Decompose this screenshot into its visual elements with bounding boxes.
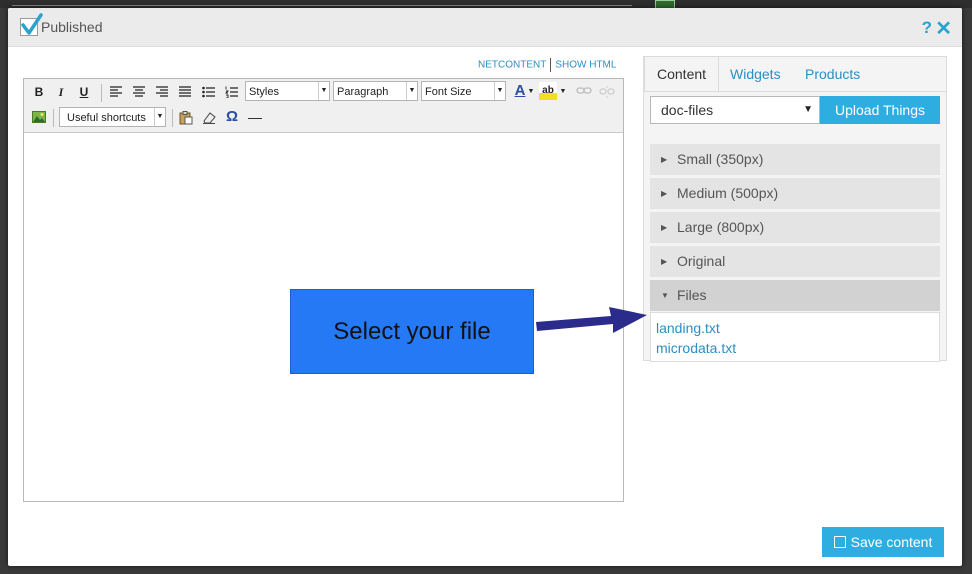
published-checkbox[interactable] bbox=[20, 13, 43, 36]
help-icon[interactable]: ? bbox=[922, 18, 932, 38]
chevron-right-icon: ▶ bbox=[661, 257, 668, 266]
background-strip bbox=[0, 0, 972, 10]
font-size-dropdown[interactable]: Font Size ▼ bbox=[421, 81, 506, 101]
section-original-label: Original bbox=[677, 253, 726, 269]
dialog-header: Published ? ✕ bbox=[8, 8, 962, 47]
section-large-label: Large (800px) bbox=[677, 219, 765, 235]
section-medium[interactable]: ▶ Medium (500px) bbox=[650, 178, 940, 209]
toolbar-separator bbox=[101, 84, 102, 102]
unlink-icon[interactable] bbox=[598, 83, 616, 101]
file-link-microdata[interactable]: microdata.txt bbox=[656, 338, 939, 358]
link-icon[interactable] bbox=[575, 83, 593, 101]
asset-panel: Content Widgets Products doc-files ▼ Uplo… bbox=[643, 56, 947, 362]
paste-icon[interactable] bbox=[177, 108, 195, 126]
upload-things-button[interactable]: Upload Things bbox=[820, 96, 940, 124]
eraser-icon[interactable] bbox=[200, 108, 218, 126]
folder-select[interactable]: doc-files ▼ bbox=[650, 96, 820, 124]
folder-select-value: doc-files bbox=[661, 102, 714, 118]
tab-widgets[interactable]: Widgets bbox=[718, 57, 793, 91]
chevron-right-icon: ▶ bbox=[661, 155, 668, 164]
paragraph-dropdown[interactable]: Paragraph ▼ bbox=[333, 81, 418, 101]
floppy-disk-icon bbox=[833, 536, 846, 548]
align-center-icon[interactable] bbox=[130, 83, 148, 101]
files-list: landing.txt microdata.txt bbox=[650, 312, 940, 362]
special-character-icon[interactable]: Ω bbox=[223, 108, 241, 126]
tab-content[interactable]: Content bbox=[644, 56, 720, 92]
align-justify-icon[interactable] bbox=[176, 83, 194, 101]
file-link-landing[interactable]: landing.txt bbox=[656, 318, 939, 338]
editor-toolbar: B I U Styles ▼ Paragraph ▼ Font Size ▼ A ▼ … bbox=[24, 79, 623, 133]
netcontent-link[interactable]: NETCONTENT bbox=[478, 60, 546, 71]
chevron-right-icon: ▶ bbox=[661, 223, 668, 232]
image-icon[interactable] bbox=[30, 108, 48, 126]
font-size-dropdown-label: Font Size bbox=[425, 86, 472, 98]
background-line bbox=[12, 5, 632, 6]
section-small-label: Small (350px) bbox=[677, 151, 764, 167]
tab-products[interactable]: Products bbox=[793, 57, 872, 91]
section-medium-label: Medium (500px) bbox=[677, 185, 779, 201]
checkmark-icon bbox=[21, 13, 43, 35]
select-file-callout: Select your file bbox=[290, 289, 534, 374]
toolbar-separator bbox=[53, 109, 54, 127]
section-files[interactable]: ▼ Files bbox=[650, 280, 940, 311]
view-links-divider bbox=[550, 58, 552, 72]
section-files-label: Files bbox=[677, 287, 707, 303]
useful-shortcuts-dropdown[interactable]: Useful shortcuts ▼ bbox=[59, 107, 166, 127]
save-content-label: Save content bbox=[850, 534, 933, 550]
toolbar-separator bbox=[172, 109, 173, 127]
view-links: NETCONTENT SHOW HTML bbox=[478, 58, 616, 72]
section-large[interactable]: ▶ Large (800px) bbox=[650, 212, 940, 243]
paragraph-dropdown-label: Paragraph bbox=[337, 86, 389, 98]
underline-button[interactable]: U bbox=[75, 83, 93, 101]
chevron-down-icon: ▼ bbox=[803, 104, 813, 115]
styles-dropdown[interactable]: Styles ▼ bbox=[245, 81, 330, 101]
styles-dropdown-label: Styles bbox=[249, 86, 279, 98]
chevron-down-icon: ▼ bbox=[661, 291, 669, 300]
show-html-link[interactable]: SHOW HTML bbox=[555, 60, 616, 71]
numbered-list-icon[interactable] bbox=[222, 83, 240, 101]
align-right-icon[interactable] bbox=[153, 83, 171, 101]
edit-content-dialog: Published ? ✕ NETCONTENT SHOW HTML B I U … bbox=[8, 8, 962, 566]
chevron-down-icon[interactable]: ▼ bbox=[559, 83, 567, 101]
section-small[interactable]: ▶ Small (350px) bbox=[650, 144, 940, 175]
useful-shortcuts-label: Useful shortcuts bbox=[67, 112, 146, 124]
chevron-down-icon: ▼ bbox=[154, 108, 165, 126]
chevron-down-icon: ▼ bbox=[406, 82, 417, 100]
chevron-right-icon: ▶ bbox=[661, 189, 668, 198]
published-label: Published bbox=[41, 19, 103, 35]
chevron-down-icon[interactable]: ▼ bbox=[527, 83, 535, 101]
horizontal-rule-icon[interactable]: — bbox=[246, 108, 264, 126]
align-left-icon[interactable] bbox=[107, 83, 125, 101]
italic-button[interactable]: I bbox=[52, 83, 70, 101]
tabs-divider bbox=[644, 91, 946, 92]
arrow-right-icon bbox=[536, 307, 647, 333]
highlight-color-icon[interactable]: ab bbox=[539, 82, 557, 100]
save-content-button[interactable]: Save content bbox=[822, 527, 944, 557]
close-icon[interactable]: ✕ bbox=[935, 16, 952, 41]
bold-button[interactable]: B bbox=[30, 83, 48, 101]
section-original[interactable]: ▶ Original bbox=[650, 246, 940, 277]
chevron-down-icon: ▼ bbox=[318, 82, 329, 100]
chevron-down-icon: ▼ bbox=[494, 82, 505, 100]
bullet-list-icon[interactable] bbox=[199, 83, 217, 101]
